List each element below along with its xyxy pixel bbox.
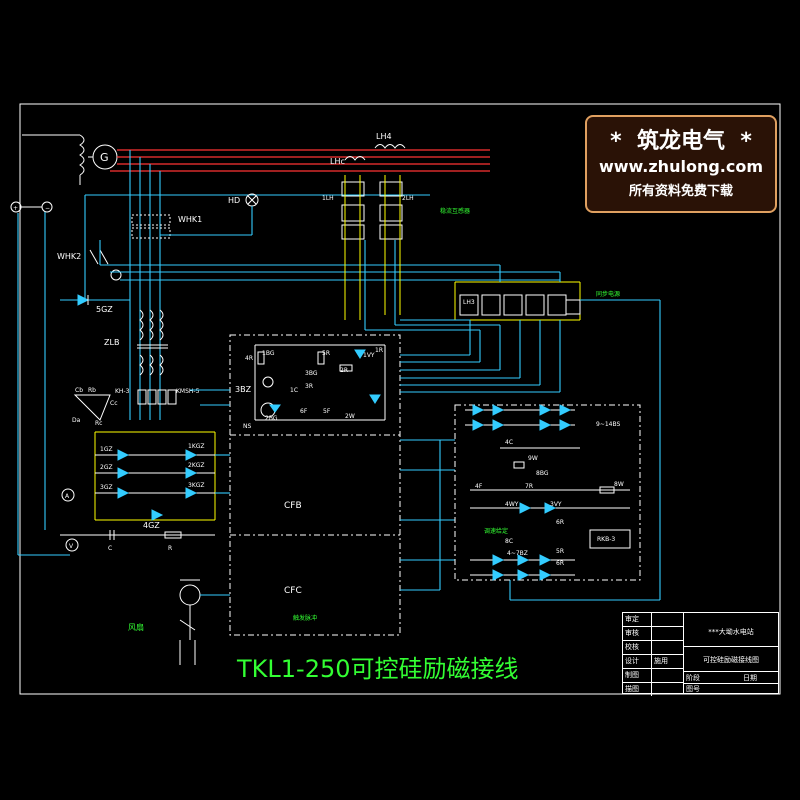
r7-label: 7R — [525, 483, 533, 490]
kgz1-label: 1KGZ — [188, 443, 205, 450]
whk2-label: WHK2 — [57, 252, 81, 261]
tb-row: 审核 — [623, 627, 683, 641]
ns-label: NS — [243, 423, 251, 430]
title-block: 审定 审核 校核 设计 施用 制图 描图 ***大坳水电站 可控硅励磁接线图 阶… — [622, 612, 779, 696]
r8-label: 5R — [556, 548, 564, 555]
tb-drawing-name: 可控硅励磁接线图 — [703, 656, 759, 664]
kh3-label: KH-3 — [115, 388, 130, 395]
whk2-switch: WHK2 — [57, 240, 560, 281]
svg-text:V: V — [69, 543, 74, 550]
lh1-label: 1LH — [322, 195, 334, 202]
fan-motor: 风扇 — [128, 579, 201, 665]
r1-label: 1R — [375, 347, 383, 354]
c8-label: 8C — [505, 538, 513, 545]
lhc-label: LHc — [330, 157, 345, 166]
rb-cb-network: Cb Rb Cc Da Rc — [72, 387, 118, 427]
svg-text:Rb: Rb — [88, 387, 96, 394]
watermark-box: * 筑龙电气 * www.zhulong.com 所有资料免费下载 — [585, 115, 777, 213]
r3-label: 3R — [305, 383, 313, 390]
tb-row: 审定 — [623, 613, 683, 627]
tb-date-label: 日期 — [743, 674, 757, 682]
r5-label: 5R — [322, 350, 330, 357]
lh-transformers: LH4 LHc 1LH 2LH 稳流互感器 — [322, 132, 470, 330]
r6-label: 6R — [556, 519, 564, 526]
f6-label: 6F — [300, 408, 308, 415]
lh4-label: LH4 — [376, 132, 392, 141]
sync-source-bank: 同步电源 LH3 — [454, 281, 620, 321]
c1-label: 1C — [290, 387, 298, 394]
kmsh-label: KMSH-5 — [176, 388, 200, 395]
cfb-label: CFB — [284, 501, 302, 511]
tb-project: ***大坳水电站 — [708, 628, 754, 636]
generator-section: G + − — [10, 134, 490, 213]
gz1-label: 1GZ — [100, 446, 113, 453]
trigger-label: 触发脉冲 — [293, 614, 317, 622]
f4-label: 4F — [475, 483, 483, 490]
tb-number-label: 图号 — [686, 685, 700, 693]
r9-label: 6R — [556, 560, 564, 567]
gz2-label: 2GZ — [100, 464, 113, 471]
zlb-transformer: ZLB KMSH-5 KH-3 — [104, 309, 200, 405]
diode-5gz: 5GZ — [77, 294, 113, 314]
fan-label: 风扇 — [128, 622, 144, 632]
tb-row: 校核 — [623, 641, 683, 655]
lh2-label: 2LH — [402, 195, 414, 202]
hd-lamp: HD — [160, 193, 259, 236]
tb-row: 描图 — [623, 683, 683, 696]
svg-text:Cb: Cb — [75, 387, 83, 394]
rectifier-bridge: 1GZ 2GZ 3GZ 1KGZ 2KGZ 3KGZ 4GZ C R A V — [60, 431, 216, 552]
svg-text:Da: Da — [72, 417, 81, 424]
r-label: R — [168, 545, 172, 552]
gz4-label: 4GZ — [143, 521, 160, 530]
protect-label: 调速给定 — [484, 527, 508, 535]
vy3-label: 3VY — [550, 501, 562, 508]
svg-text:A: A — [65, 493, 70, 500]
c4-label: 4C — [505, 439, 513, 446]
bz3-label: 3BZ — [235, 385, 252, 394]
fb-label: RKB-3 — [597, 536, 615, 543]
watermark-line1: * 筑龙电气 * — [610, 129, 752, 154]
gz3-label: 3GZ — [100, 484, 113, 491]
tb-row: 设计 施用 — [623, 655, 683, 669]
tb-row: 制图 — [623, 669, 683, 683]
lh-panel-label: 稳流互感器 — [440, 207, 470, 215]
drawing-title: TKL1-250可控硅励磁接线 — [236, 655, 519, 683]
kgz2-label: 2KGZ — [188, 462, 205, 469]
gz5-label: 5GZ — [96, 305, 113, 314]
f5-label: 5F — [323, 408, 331, 415]
bz478-label: 4~7BZ — [507, 550, 528, 557]
bg3-label: 3BG — [305, 370, 318, 377]
svg-text:Rc: Rc — [95, 420, 102, 427]
fan-motor-icon — [179, 584, 201, 606]
watermark-line2: www.zhulong.com — [598, 157, 764, 176]
w9-label: 9W — [528, 455, 538, 462]
sync-label: 同步电源 — [596, 290, 620, 298]
w2-label: 2W — [345, 413, 355, 420]
interconnect-wires — [190, 265, 661, 601]
kgz3-label: 3KGZ — [188, 482, 205, 489]
c-label: C — [108, 545, 112, 552]
whk1-label: WHK1 — [178, 215, 202, 224]
trigger-pulse-box: CFB CFC 触发脉冲 3BZ NS 1BG 2BG 3BG 4R 5R 1R… — [229, 334, 401, 636]
lh3-label: LH3 — [463, 299, 475, 306]
hd-label: HD — [228, 196, 240, 205]
watermark-line3: 所有资料免费下载 — [628, 184, 733, 199]
w8-label: 8W — [614, 481, 624, 488]
generator-label: G — [100, 151, 109, 164]
bg8-label: 8BG — [536, 470, 549, 477]
zlb-label: ZLB — [104, 338, 119, 347]
cfc-label: CFC — [284, 586, 302, 596]
phase-label: 9~14BS — [596, 421, 620, 428]
tb-stage-label: 阶段 — [686, 674, 700, 682]
regulator-box: 9~14BS 4C 9W 8BG 7R 4F 8W 4WY 3VY 6R 调速给… — [454, 404, 641, 581]
svg-text:+: + — [13, 205, 18, 212]
r4-label: 4R — [245, 355, 253, 362]
vy1-label: 1VY — [363, 352, 375, 359]
svg-text:Cc: Cc — [110, 400, 118, 407]
wy4-label: 4WY — [505, 501, 519, 508]
svg-text:−: − — [45, 205, 50, 212]
